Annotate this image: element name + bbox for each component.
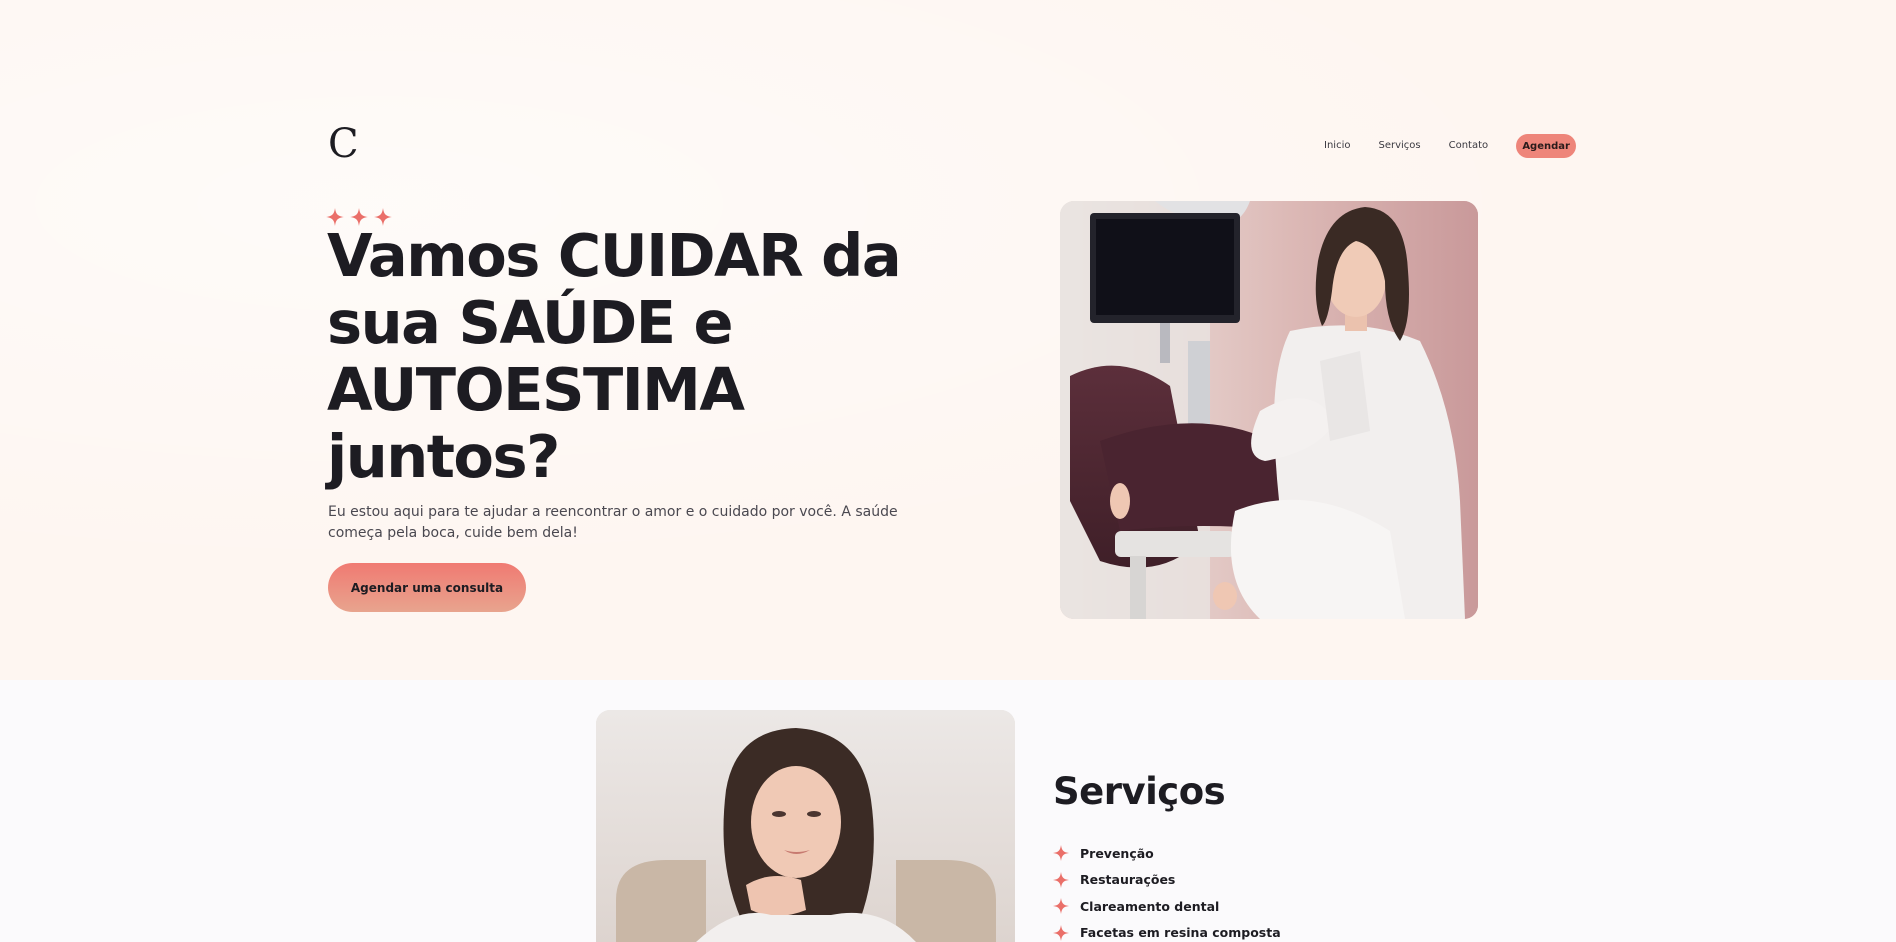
dentist-clinic-illustration [1060,201,1478,619]
list-item: Clareamento dental [1053,893,1281,920]
hero-background [0,0,1896,680]
main-nav: Inicio Serviços Contato Agendar [1324,134,1577,158]
sparkle-icon [1053,924,1069,941]
services-title: Serviços [1053,770,1226,813]
services-list: Prevenção Restaurações Clareamento denta… [1053,840,1281,942]
schedule-consultation-button[interactable]: Agendar uma consulta [328,563,526,612]
hero-section: C Inicio Serviços Contato Agendar Vamos … [0,0,1896,680]
service-label: Prevenção [1080,845,1154,861]
headline-line: sua SAÚDE e [327,288,734,357]
headline-line: juntos? [327,422,560,491]
hero-dentist-photo [1060,201,1478,619]
hero-headline: Vamos CUIDAR da sua SAÚDE e AUTOESTIMA j… [327,222,947,490]
hero-lead-text: Eu estou aqui para te ajudar a reencontr… [328,504,898,541]
list-item: Restaurações [1053,867,1281,894]
dentist-portrait-illustration [596,710,1015,942]
headline-line: Vamos CUIDAR da [327,221,902,290]
nav-agendar-button[interactable]: Agendar [1516,134,1577,158]
sparkle-icon [1053,845,1069,862]
nav-item-contato[interactable]: Contato [1449,134,1489,158]
list-item: Prevenção [1053,840,1281,867]
list-item: Facetas em resina composta [1053,920,1281,942]
nav-item-inicio[interactable]: Inicio [1324,134,1350,158]
sparkle-icon [1053,898,1069,915]
services-dentist-photo [596,710,1015,942]
headline-line: AUTOESTIMA [327,355,745,424]
sparkle-icon [1053,871,1069,888]
service-label: Clareamento dental [1080,898,1220,914]
service-label: Facetas em resina composta [1080,925,1281,941]
service-label: Restaurações [1080,872,1176,888]
nav-item-servicos[interactable]: Serviços [1378,134,1420,158]
brand-logo[interactable]: C [328,124,360,164]
